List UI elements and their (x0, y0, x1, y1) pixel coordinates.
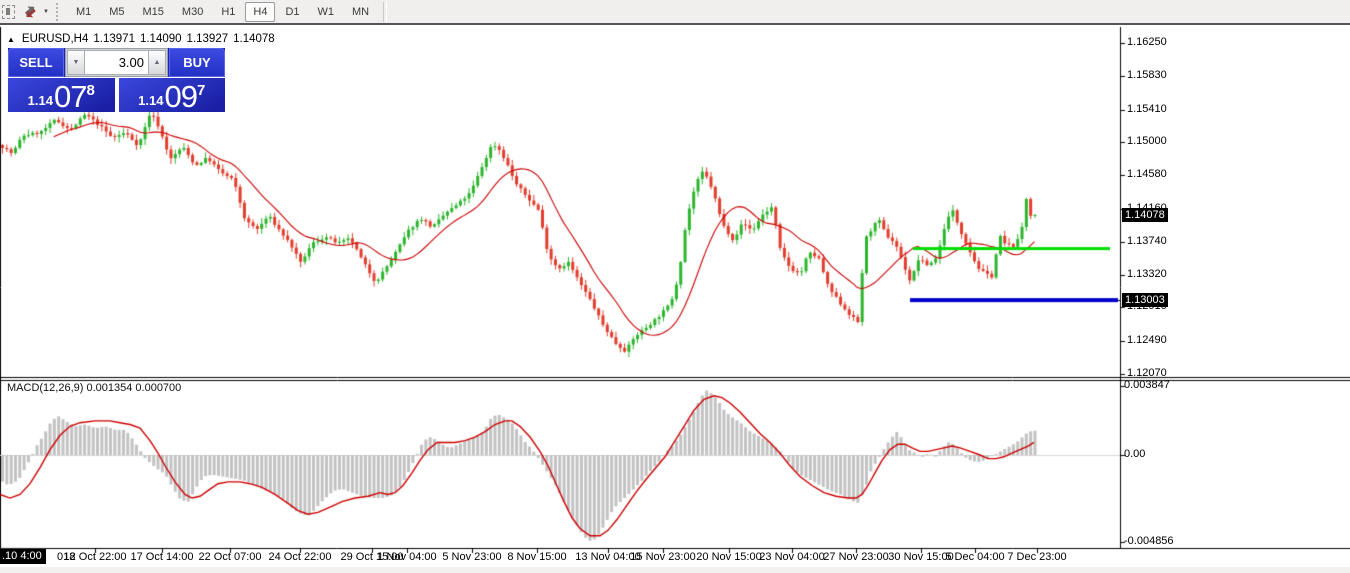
volume-increase-button[interactable]: ▲ (148, 50, 166, 75)
macd-axis-label: 0.00 (1124, 448, 1145, 460)
sell-price-prefix: 1.14 (28, 93, 53, 108)
buy-price-big: 09 (164, 83, 196, 112)
toolbar-dropdown-caret[interactable]: ▼ (40, 9, 52, 15)
timeframe-m15[interactable]: M15 (135, 2, 172, 22)
time-cursor-badge: .10 4:00 (0, 549, 46, 564)
price-axis-label: 1.13740 (1127, 235, 1167, 247)
price-axis-label: 1.16250 (1127, 36, 1167, 48)
ohlc-open: 1.13971 (93, 33, 135, 45)
toolbar: ▼ M1M5M15M30H1H4D1W1MN (0, 0, 1350, 25)
buy-price-prefix: 1.14 (138, 93, 163, 108)
price-axis-label: 1.14580 (1127, 168, 1167, 180)
timeframe-w1[interactable]: W1 (310, 2, 343, 22)
timeframe-group: M1M5M15M30H1H4D1W1MN (67, 2, 378, 22)
time-axis-label: 5 Dec 04:00 (945, 551, 1004, 563)
timeframe-h4[interactable]: H4 (245, 2, 275, 22)
arrange-arrows-icon[interactable] (21, 4, 39, 20)
timeframe-h1[interactable]: H1 (213, 2, 243, 22)
arrange-arrows-glyph (23, 5, 37, 18)
trade-panel-price-row: 1.14 07 8 1.14 09 7 (8, 78, 225, 112)
edit-tool-icon[interactable] (1, 4, 19, 20)
price-axis-label: 1.13320 (1127, 268, 1167, 280)
macd-axis-label: -0.004856 (1124, 535, 1174, 547)
volume-decrease-button[interactable]: ▼ (67, 50, 85, 75)
price-axis-label: 1.15410 (1127, 103, 1167, 115)
buy-price-pip: 7 (197, 82, 205, 99)
chart-header: ▲ EURUSD,H4 1.13971 1.14090 1.13927 1.14… (7, 33, 275, 45)
volume-control: ▼ ▲ (65, 48, 168, 77)
time-axis-label: 8 Nov 15:00 (507, 551, 566, 563)
toolbar-grip (56, 3, 61, 21)
window-bottom-strip (0, 567, 1350, 573)
price-axis-label: 1.12070 (1127, 367, 1167, 379)
time-axis-label: 30 Nov 15:00 (888, 551, 953, 563)
mt4-window: ▼ M1M5M15M30H1H4D1W1MN ▲ EURUSD,H4 1.139… (0, 0, 1350, 573)
sell-price-big: 07 (54, 83, 86, 112)
time-axis-label: 7 Dec 23:00 (1007, 551, 1066, 563)
time-axis-label: 17 Oct 14:00 (131, 551, 194, 563)
time-axis-label: 15 Nov 23:00 (630, 551, 695, 563)
sell-button[interactable]: SELL (8, 48, 64, 77)
macd-axis-label: 0.003847 (1124, 379, 1170, 391)
volume-input[interactable] (85, 50, 148, 75)
sell-price-pip: 8 (86, 82, 94, 99)
buy-price-box[interactable]: 1.14 09 7 (119, 78, 226, 112)
toolbar-separator (383, 2, 387, 22)
timeframe-d1[interactable]: D1 (277, 2, 307, 22)
timeframe-m5[interactable]: M5 (101, 2, 132, 22)
ohlc-close: 1.14078 (233, 33, 275, 45)
time-axis-label: 24 Oct 22:00 (269, 551, 332, 563)
symbol-period-label: EURUSD,H4 (22, 33, 88, 45)
buy-button[interactable]: BUY (169, 48, 225, 77)
edit-tool-glyph (2, 5, 15, 19)
sell-price-box[interactable]: 1.14 07 8 (8, 78, 115, 112)
time-axis-label: 23 Nov 04:00 (759, 551, 824, 563)
one-click-trading-panel: SELL ▼ ▲ BUY 1.14 07 8 1.14 09 7 (8, 48, 225, 112)
trade-panel-top-row: SELL ▼ ▲ BUY (8, 48, 225, 77)
ohlc-low: 1.13927 (187, 33, 229, 45)
ohlc-high: 1.14090 (140, 33, 182, 45)
price-badge: 1.14078 (1122, 208, 1168, 222)
time-axis-label: 5 Nov 23:00 (442, 551, 501, 563)
collapse-icon[interactable]: ▲ (7, 35, 15, 44)
time-axis-label: 1 Nov 04:00 (377, 551, 436, 563)
timeframe-m30[interactable]: M30 (174, 2, 211, 22)
price-badge: 1.13003 (1122, 293, 1168, 307)
price-axis-label: 1.15000 (1127, 135, 1167, 147)
price-axis-label: 1.15830 (1127, 69, 1167, 81)
time-axis-label: 20 Nov 15:00 (696, 551, 761, 563)
timeframe-mn[interactable]: MN (344, 2, 377, 22)
timeframe-m1[interactable]: M1 (68, 2, 99, 22)
price-axis-label: 1.12490 (1127, 334, 1167, 346)
time-axis-label: 12 Oct 22:00 (64, 551, 127, 563)
time-axis-label: 27 Nov 23:00 (823, 551, 888, 563)
macd-indicator-label: MACD(12,26,9) 0.001354 0.000700 (7, 382, 181, 394)
time-axis-label: 22 Oct 07:00 (199, 551, 262, 563)
